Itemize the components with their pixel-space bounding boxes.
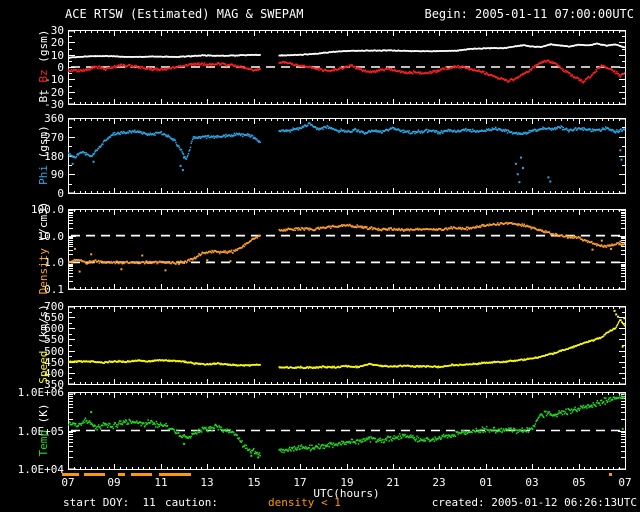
x-tick-label: 13 <box>200 476 214 489</box>
y-tick-label: 1.0E+06 <box>17 386 64 399</box>
x-tick-label: 07 <box>61 476 75 489</box>
caution-dash <box>118 473 125 476</box>
begin-timestamp: Begin: 2005-01-11 07:00:00UTC <box>424 7 634 21</box>
y-tick-label: -10 <box>44 73 64 86</box>
panel-mag-phi-plot <box>68 118 626 194</box>
y-tick-label: 0.1 <box>44 283 64 296</box>
axis-label-part: (K) <box>37 403 50 424</box>
caution-dash <box>609 473 612 476</box>
x-tick-label: 15 <box>247 476 261 489</box>
caution-dash <box>131 473 152 476</box>
y-tick-label: 10 <box>50 49 64 62</box>
start-doy-label: start DOY: 11 <box>63 496 156 509</box>
panel-mag-bt-bz-plot <box>68 30 626 105</box>
y-tick-label: 360 <box>44 112 64 125</box>
created-timestamp: created: 2005-01-12 06:26:13UTC <box>431 496 637 509</box>
axis-label-part: Temp <box>37 423 50 457</box>
caution-dash <box>84 473 105 476</box>
axis-label-part: (gsm) <box>37 125 50 159</box>
y-tick-label: -30 <box>44 98 64 111</box>
y-tick-label: 100.0 <box>30 203 64 216</box>
x-tick-label: 03 <box>525 476 539 489</box>
panel-swepam-temp-plot <box>68 392 626 470</box>
y-tick-label: 1.0E+04 <box>17 463 64 476</box>
x-tick-label: 11 <box>154 476 168 489</box>
ace-rtsw-plot-window: ACE RTSW (Estimated) MAG & SWEPAM Begin:… <box>0 0 640 512</box>
x-tick-label: 17 <box>293 476 307 489</box>
axis-label-part: Phi <box>37 158 50 185</box>
axis-label-part: (gsm) <box>37 29 50 63</box>
x-tick-label: 07 <box>618 476 632 489</box>
x-tick-label: 09 <box>107 476 121 489</box>
caution-value: density < 1 <box>268 496 341 509</box>
panel-swepam-speed-plot <box>68 306 626 385</box>
y-tick-label: 30 <box>50 24 64 37</box>
plot-title: ACE RTSW (Estimated) MAG & SWEPAM <box>65 7 304 21</box>
axis-label-part: (/cm3) <box>37 201 50 242</box>
caution-dash <box>62 473 79 476</box>
caution-label: caution: <box>165 496 218 509</box>
y-tick-label: 180 <box>44 150 64 163</box>
y-tick-label: 20 <box>50 36 64 49</box>
axis-label-part: (km/s) <box>37 304 50 344</box>
y-tick-label: 0 <box>57 61 64 74</box>
axis-label-part: Bz <box>37 62 50 83</box>
x-tick-label: 23 <box>432 476 446 489</box>
x-tick-label: 21 <box>386 476 400 489</box>
x-tick-label: 05 <box>572 476 586 489</box>
caution-dash <box>159 473 191 476</box>
y-tick-label: 550 <box>44 333 64 346</box>
y-tick-label: 10.0 <box>37 230 65 243</box>
y-tick-label: 90 <box>50 168 64 181</box>
y-tick-label: 1.0E+05 <box>17 425 64 438</box>
panel-y-axis-label: Temp (K) <box>37 370 50 490</box>
y-tick-label: 270 <box>44 131 64 144</box>
y-tick-label: -20 <box>44 86 64 99</box>
x-tick-label: 01 <box>479 476 493 489</box>
panel-swepam-density-plot <box>68 209 626 290</box>
y-tick-label: 1.0 <box>44 256 64 269</box>
y-tick-label: 0 <box>57 187 64 200</box>
